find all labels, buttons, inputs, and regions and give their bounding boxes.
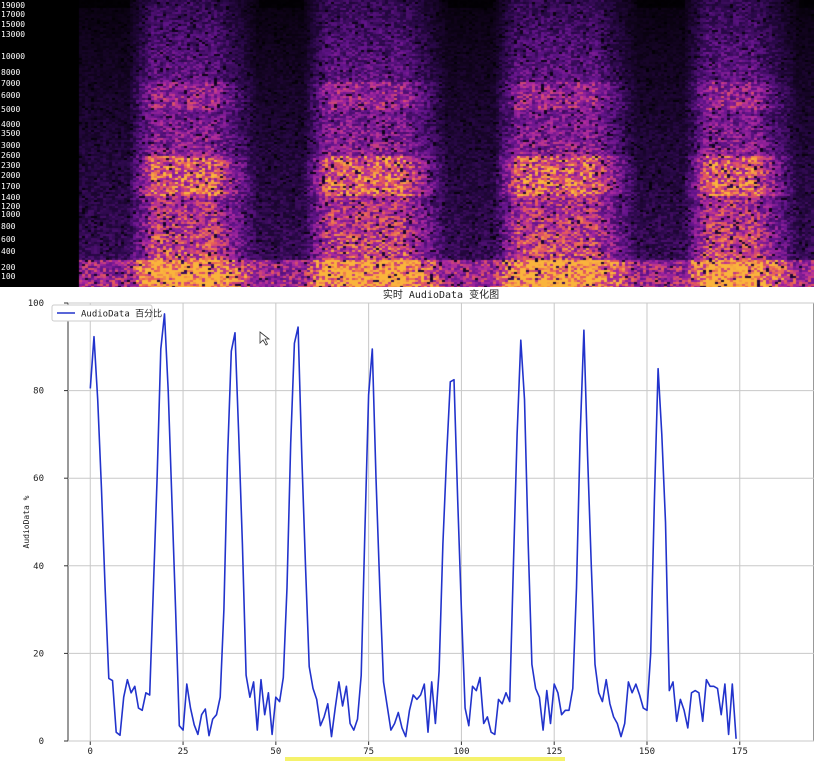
y-tick-label: 100 — [28, 299, 44, 309]
line-chart-panel: 0 25 50 75 100 125 150 175 0 20 40 60 80 100 实时 AudioD… — [0, 287, 814, 761]
y-tick-label: 20 — [33, 649, 44, 659]
spectrogram-tick-label: 1000 — [1, 210, 21, 219]
x-tick-label: 75 — [363, 747, 374, 757]
spectrogram-frequency-axis: 19000 17000 15000 13000 10000 8000 7000 6000 500… — [0, 0, 26, 287]
x-tick-label: 25 — [178, 747, 189, 757]
spectrogram-tick-label: 8000 — [1, 68, 21, 77]
x-tick-label: 150 — [639, 747, 655, 757]
spectrogram-tick-label: 13000 — [1, 30, 26, 39]
spectrogram-tick-label: 3000 — [1, 141, 21, 150]
spectrogram-tick-label: 17000 — [1, 10, 26, 19]
spectrogram-tick-label: 100 — [1, 272, 16, 281]
spectrogram-tick-label: 3500 — [1, 129, 21, 138]
spectrogram-tick-label: 800 — [1, 222, 16, 231]
x-tick-label: 0 — [88, 747, 93, 757]
spectrogram-tick-label: 10000 — [1, 52, 26, 61]
y-tick-label: 40 — [33, 562, 44, 572]
y-tick-label: 60 — [33, 474, 44, 484]
spectrogram-tick-label: 1400 — [1, 193, 21, 202]
x-tick-label: 175 — [732, 747, 748, 757]
plot-area — [67, 302, 814, 742]
x-tick-label: 50 — [270, 747, 281, 757]
highlight-strip — [285, 757, 565, 761]
spectrogram-canvas — [27, 0, 814, 287]
x-tick-label: 125 — [546, 747, 562, 757]
spectrogram-tick-label: 1700 — [1, 182, 21, 191]
spectrogram-tick-label: 4000 — [1, 120, 21, 129]
spectrogram-image — [27, 0, 814, 287]
spectrogram-tick-label: 15000 — [1, 20, 26, 29]
y-tick-label: 80 — [33, 387, 44, 397]
spectrogram-panel: 19000 17000 15000 13000 10000 8000 7000 6000 500… — [0, 0, 814, 287]
spectrogram-tick-label: 7000 — [1, 79, 21, 88]
spectrogram-tick-label: 400 — [1, 247, 16, 256]
y-axis-label: AudioData % — [22, 495, 31, 548]
spectrogram-tick-label: 5000 — [1, 105, 21, 114]
legend-label: AudioData 百分比 — [81, 308, 162, 320]
spectrogram-tick-label: 6000 — [1, 91, 21, 100]
spectrogram-tick-label: 2300 — [1, 161, 21, 170]
y-tick-label: 0 — [39, 737, 44, 747]
spectrogram-tick-label: 200 — [1, 263, 16, 272]
spectrogram-tick-label: 2600 — [1, 151, 21, 160]
spectrogram-tick-label: 600 — [1, 235, 16, 244]
chart-title: 实时 AudioData 变化图 — [383, 288, 499, 301]
x-tick-label: 100 — [453, 747, 469, 757]
spectrogram-tick-label: 19000 — [1, 1, 26, 10]
line-chart-svg: 0 25 50 75 100 125 150 175 0 20 40 60 80 100 实时 AudioD… — [22, 288, 814, 761]
spectrogram-tick-label: 2000 — [1, 171, 21, 180]
